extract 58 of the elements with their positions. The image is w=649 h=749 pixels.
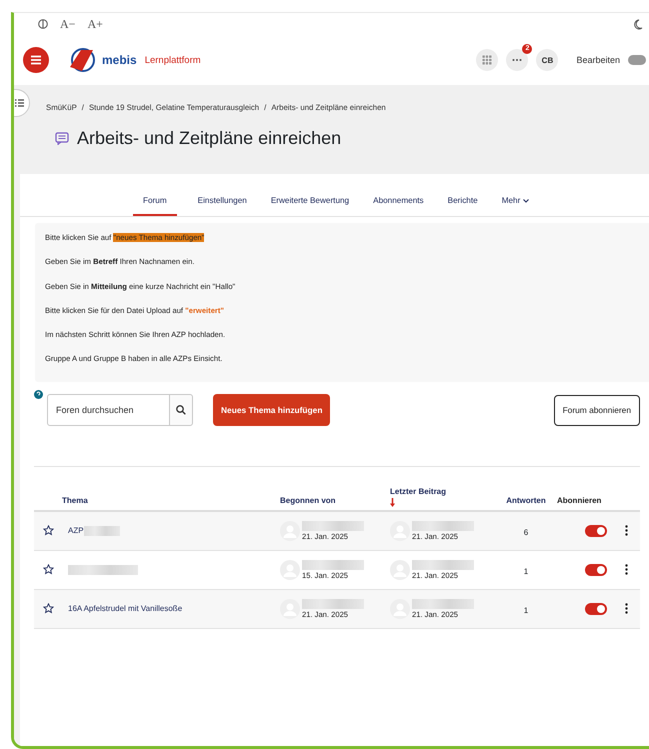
page-title: Arbeits- und Zeitpläne einreichen xyxy=(77,128,342,148)
search-icon xyxy=(176,404,186,415)
subscribe-forum-button[interactable]: Forum abonnieren xyxy=(554,394,640,426)
dots-icon xyxy=(512,58,522,62)
contrast-icon[interactable] xyxy=(38,19,48,29)
nav-tab[interactable]: Forum xyxy=(133,192,177,216)
grid-icon xyxy=(482,55,492,65)
reply-count: 1 xyxy=(524,566,528,576)
topic-link[interactable]: AZP xyxy=(68,526,84,536)
column-header[interactable]: Thema xyxy=(62,496,280,505)
star-icon[interactable] xyxy=(43,603,54,614)
column-header[interactable]: Begonnen von xyxy=(280,496,390,505)
column-header[interactable]: Abonnieren xyxy=(557,496,613,505)
brand-name: mebis xyxy=(102,53,137,67)
forum-icon xyxy=(55,132,69,144)
redacted-name xyxy=(412,520,474,531)
redacted-name xyxy=(412,598,474,609)
topic-link[interactable]: 16A Apfelstrudel mit Vanillesoße xyxy=(68,604,182,614)
nav-tab[interactable]: Berichte xyxy=(444,192,481,216)
redacted-name xyxy=(302,598,364,609)
subscribe-toggle[interactable] xyxy=(585,564,607,576)
list-icon xyxy=(14,99,24,107)
logo-icon xyxy=(67,47,97,73)
redacted-name xyxy=(412,560,474,570)
font-smaller-button[interactable]: A− xyxy=(60,16,76,32)
edit-mode-toggle[interactable] xyxy=(628,55,646,65)
search-field[interactable]: Foren durchsuchen xyxy=(47,394,170,426)
search-button[interactable] xyxy=(169,394,193,426)
course-index-button[interactable] xyxy=(14,89,30,117)
redacted-name xyxy=(302,560,364,570)
kebab-menu-icon[interactable] xyxy=(625,525,628,536)
nav-tab[interactable]: Abonnements xyxy=(370,192,427,216)
more-button[interactable] xyxy=(506,49,528,71)
user-avatar[interactable]: CB xyxy=(536,49,558,71)
moon-icon[interactable] xyxy=(633,18,643,30)
sort-arrow-icon[interactable] xyxy=(390,498,395,507)
new-topic-button[interactable]: Neues Thema hinzufügen xyxy=(213,394,330,426)
star-icon[interactable] xyxy=(43,525,54,536)
nav-tab[interactable]: Erweiterte Bewertung xyxy=(268,192,352,216)
redacted-name xyxy=(302,520,364,531)
apps-button[interactable] xyxy=(476,49,498,71)
edit-mode-label: Bearbeiten xyxy=(576,55,620,65)
help-icon[interactable] xyxy=(34,390,43,399)
nav-tab[interactable]: Einstellungen xyxy=(194,192,250,216)
menu-icon[interactable] xyxy=(23,47,49,73)
font-larger-button[interactable]: A+ xyxy=(87,16,103,32)
reply-count: 1 xyxy=(524,606,528,615)
star-icon[interactable] xyxy=(43,564,54,576)
nav-tab[interactable]: Mehr xyxy=(498,192,532,216)
column-header[interactable]: Letzter Beitrag xyxy=(390,486,495,496)
kebab-menu-icon[interactable] xyxy=(625,564,628,576)
kebab-menu-icon[interactable] xyxy=(625,603,628,614)
caret-icon xyxy=(523,198,530,202)
reply-count: 6 xyxy=(524,528,528,537)
subscribe-toggle[interactable] xyxy=(585,524,607,537)
brand-subtitle: Lernplattform xyxy=(144,54,201,66)
column-header[interactable]: Antworten xyxy=(495,496,557,505)
subscribe-toggle[interactable] xyxy=(585,602,607,615)
